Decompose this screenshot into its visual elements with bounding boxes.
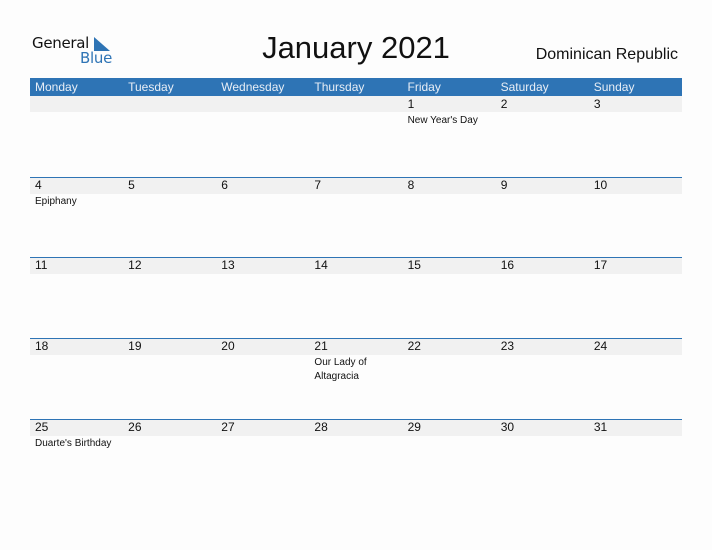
day-cell: 11: [30, 257, 123, 337]
day-cell: 25 Duarte's Birthday: [30, 419, 123, 499]
day-cell: 18: [30, 338, 123, 418]
day-cell: 15: [403, 257, 496, 337]
day-number: 9: [500, 178, 508, 192]
day-number: 31: [593, 420, 608, 434]
holiday-label: Our Lady of Altagracia: [314, 357, 367, 382]
day-number: 28: [314, 420, 328, 434]
week-row: 1 New Year's Day 2 3: [30, 96, 682, 176]
day-number: 26: [128, 420, 142, 434]
day-cell: [216, 96, 309, 176]
day-cell: 26: [123, 419, 216, 499]
day-cell: 27: [216, 419, 309, 499]
day-cell: 22: [403, 338, 496, 418]
week-row: 18 19 20 21 Our Lady of Altagracia 22 23 24: [30, 338, 682, 418]
day-number: 14: [314, 258, 328, 272]
day-cell: 28: [309, 419, 402, 499]
day-cell: 10: [589, 177, 682, 257]
holiday-label: New Year's Day: [407, 115, 478, 126]
day-number: 1: [407, 97, 415, 111]
day-number: 13: [221, 258, 235, 272]
day-number: 30: [500, 420, 515, 434]
day-cell: 31: [589, 419, 682, 499]
day-cell: 17: [589, 257, 682, 337]
weekday-header: Monday Tuesday Wednesday Thursday Friday…: [30, 78, 682, 96]
day-number: 24: [593, 339, 608, 353]
day-number: 25: [35, 420, 49, 434]
day-cell: 1 New Year's Day: [403, 96, 496, 176]
day-cell: 21 Our Lady of Altagracia: [309, 338, 402, 418]
day-cell: 9: [496, 177, 589, 257]
day-cell: 4 Epiphany: [30, 177, 123, 257]
day-cell: 3: [589, 96, 682, 176]
day-cell: [309, 96, 402, 176]
week-row: 25 Duarte's Birthday 26 27 28 29 30 31: [30, 419, 682, 499]
day-number: 16: [500, 258, 515, 272]
day-cell: 16: [496, 257, 589, 337]
weekday-friday: Friday: [407, 80, 441, 94]
country-label: Dominican Republic: [535, 46, 678, 63]
day-number: 4: [35, 178, 42, 192]
day-number: 21: [314, 339, 328, 353]
day-cell: 14: [309, 257, 402, 337]
day-cell: 8: [403, 177, 496, 257]
day-number: 11: [35, 258, 48, 272]
day-number: 17: [593, 258, 608, 272]
day-number: 8: [407, 178, 415, 192]
day-cell: 2: [496, 96, 589, 176]
weekday-sunday: Sunday: [593, 80, 635, 94]
day-number: 19: [128, 339, 142, 353]
day-number: 29: [407, 420, 421, 434]
weekday-wednesday: Wednesday: [221, 80, 285, 94]
week-row: 11 12 13 14 15 16 17: [30, 257, 682, 337]
day-cell: 23: [496, 338, 589, 418]
holiday-label: Duarte's Birthday: [35, 438, 112, 449]
day-number: 12: [128, 258, 142, 272]
day-number: 22: [407, 339, 421, 353]
day-cell: 19: [123, 338, 216, 418]
day-cell: 13: [216, 257, 309, 337]
day-number: 10: [593, 178, 608, 192]
day-cell: 5: [123, 177, 216, 257]
day-cell: 29: [403, 419, 496, 499]
day-number: 27: [221, 420, 235, 434]
weekday-tuesday: Tuesday: [128, 80, 174, 94]
holiday-label: Epiphany: [35, 196, 77, 207]
day-number: 15: [407, 258, 421, 272]
day-cell: 12: [123, 257, 216, 337]
day-cell: [123, 96, 216, 176]
weekday-saturday: Saturday: [500, 80, 549, 94]
week-row: 4 Epiphany 5 6 7 8 9 10: [30, 177, 682, 257]
day-number: 18: [35, 339, 49, 353]
day-cell: [30, 96, 123, 176]
day-number: 3: [593, 97, 601, 111]
day-number: 23: [500, 339, 515, 353]
day-number: 7: [314, 178, 322, 192]
day-number: 5: [128, 178, 135, 192]
day-cell: 24: [589, 338, 682, 418]
day-number: 20: [221, 339, 235, 353]
day-cell: 20: [216, 338, 309, 418]
day-cell: 7: [309, 177, 402, 257]
weekday-monday: Monday: [35, 80, 78, 94]
weekday-thursday: Thursday: [314, 80, 365, 94]
day-cell: 30: [496, 419, 589, 499]
day-number: 6: [221, 178, 228, 192]
day-number: 2: [500, 97, 508, 111]
day-cell: 6: [216, 177, 309, 257]
